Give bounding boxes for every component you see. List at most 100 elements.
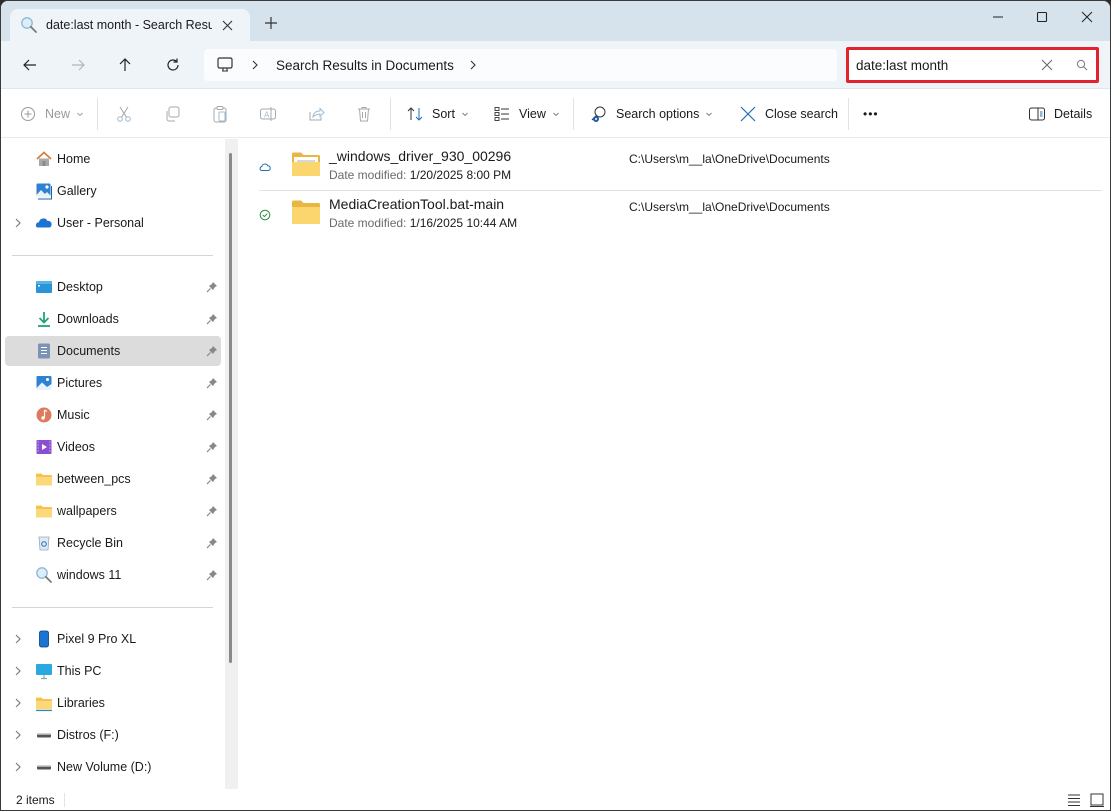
chevron-right-icon[interactable] bbox=[13, 730, 23, 740]
paste-icon bbox=[213, 106, 227, 123]
close-search-button[interactable]: Close search bbox=[739, 102, 838, 126]
sidebar-item-downloads[interactable]: Downloads bbox=[5, 304, 221, 334]
sidebar-item-onedrive[interactable]: User - Personal bbox=[5, 208, 221, 238]
chevron-right-icon[interactable] bbox=[13, 698, 23, 708]
pin-icon[interactable] bbox=[206, 313, 218, 325]
sidebar-item-desktop[interactable]: Desktop bbox=[5, 272, 221, 302]
sidebar-item-pixel-9-pro-xl[interactable]: Pixel 9 Pro XL bbox=[5, 624, 221, 654]
details-view-icon[interactable] bbox=[1066, 792, 1082, 808]
rename-button[interactable]: A bbox=[259, 102, 277, 126]
sidebar-item-label: New Volume (D:) bbox=[57, 760, 152, 774]
close-tab-button[interactable] bbox=[220, 18, 234, 32]
sidebar-item-wallpapers[interactable]: wallpapers bbox=[5, 496, 221, 526]
chevron-right-icon[interactable] bbox=[13, 762, 23, 772]
tab-title: date:last month - Search Resul bbox=[46, 18, 212, 32]
chevron-right-icon[interactable] bbox=[13, 218, 23, 228]
chevron-right-icon[interactable] bbox=[13, 634, 23, 644]
view-button[interactable]: View bbox=[493, 102, 560, 126]
new-button[interactable]: New bbox=[19, 102, 84, 126]
new-tab-button[interactable] bbox=[263, 15, 279, 31]
date-modified-value: 1/16/2025 10:44 AM bbox=[409, 216, 518, 230]
sidebar-item-label: This PC bbox=[57, 664, 102, 678]
pin-icon[interactable] bbox=[206, 409, 218, 421]
folder-icon bbox=[292, 152, 320, 176]
sidebar-item-pictures[interactable]: Pictures bbox=[5, 368, 221, 398]
trash-icon bbox=[358, 107, 370, 122]
search-icon[interactable] bbox=[1076, 59, 1088, 71]
chevron-right-icon[interactable] bbox=[13, 666, 23, 676]
up-button[interactable] bbox=[113, 53, 137, 77]
sidebar-item-distros-drive[interactable]: Distros (F:) bbox=[5, 720, 221, 750]
desktop-icon bbox=[36, 281, 52, 293]
pin-icon[interactable] bbox=[206, 569, 218, 581]
navigation-bar: Search Results in Documents bbox=[1, 41, 1110, 89]
result-path: C:\Users\m__la\OneDrive\Documents bbox=[629, 152, 830, 166]
large-icons-view-icon[interactable] bbox=[1089, 792, 1105, 808]
row-divider bbox=[259, 190, 1102, 191]
sidebar-item-label: wallpapers bbox=[57, 504, 117, 518]
home-icon bbox=[36, 151, 52, 166]
pin-icon[interactable] bbox=[206, 377, 218, 389]
more-icon: ••• bbox=[863, 107, 879, 121]
sidebar-item-libraries[interactable]: Libraries bbox=[5, 688, 221, 718]
sidebar-item-music[interactable]: Music bbox=[5, 400, 221, 430]
chevron-right-icon[interactable] bbox=[250, 60, 260, 70]
result-name: MediaCreationTool.bat-main bbox=[329, 196, 505, 212]
result-row[interactable]: _windows_driver_930_00296 Date modified:… bbox=[259, 145, 1102, 193]
breadcrumb-search-results[interactable]: Search Results in Documents bbox=[276, 58, 454, 73]
delete-button[interactable] bbox=[355, 102, 373, 126]
sidebar-item-gallery[interactable]: Gallery bbox=[5, 176, 221, 206]
maximize-button[interactable] bbox=[1019, 1, 1065, 33]
sidebar-item-label: Downloads bbox=[57, 312, 119, 326]
pin-icon[interactable] bbox=[206, 441, 218, 453]
minimize-button[interactable] bbox=[975, 1, 1021, 33]
sidebar-item-videos[interactable]: Videos bbox=[5, 432, 221, 462]
sidebar-item-label: Distros (F:) bbox=[57, 728, 119, 742]
result-row[interactable]: MediaCreationTool.bat-main Date modified… bbox=[259, 193, 1102, 241]
forward-button[interactable] bbox=[66, 53, 90, 77]
sidebar-item-home[interactable]: Home bbox=[5, 144, 221, 174]
new-label: New bbox=[45, 107, 71, 121]
view-icon bbox=[494, 107, 509, 121]
sort-button[interactable]: Sort bbox=[406, 102, 469, 126]
sidebar-item-label: User - Personal bbox=[57, 216, 144, 230]
search-box[interactable] bbox=[846, 47, 1099, 83]
pin-icon[interactable] bbox=[206, 473, 218, 485]
sidebar-item-new-volume-drive[interactable]: New Volume (D:) bbox=[5, 752, 221, 782]
sidebar-item-windows-11-search[interactable]: windows 11 bbox=[5, 560, 221, 590]
sidebar-item-label: between_pcs bbox=[57, 472, 131, 486]
back-button[interactable] bbox=[18, 53, 42, 77]
toolbar-divider bbox=[97, 98, 98, 130]
sidebar-item-this-pc[interactable]: This PC bbox=[5, 656, 221, 686]
search-icon bbox=[21, 17, 37, 33]
pin-icon[interactable] bbox=[206, 345, 218, 357]
search-input[interactable] bbox=[856, 57, 1031, 73]
chevron-down-icon bbox=[553, 112, 559, 117]
pin-icon[interactable] bbox=[206, 505, 218, 517]
more-options-button[interactable]: ••• bbox=[863, 102, 879, 126]
details-button[interactable]: Details bbox=[1028, 102, 1092, 126]
sidebar-scrollbar-thumb[interactable] bbox=[229, 153, 232, 663]
documents-icon bbox=[38, 343, 50, 359]
minimize-icon bbox=[993, 16, 1003, 18]
pin-icon[interactable] bbox=[206, 281, 218, 293]
cut-button[interactable] bbox=[115, 102, 133, 126]
tab-search-results[interactable]: date:last month - Search Resul bbox=[10, 9, 250, 41]
search-options-button[interactable]: Search options bbox=[590, 102, 713, 126]
share-button[interactable] bbox=[307, 102, 325, 126]
close-window-button[interactable] bbox=[1064, 1, 1110, 33]
folder-icon bbox=[292, 200, 320, 224]
sort-label: Sort bbox=[432, 107, 455, 121]
refresh-button[interactable] bbox=[161, 53, 185, 77]
sidebar-item-recycle-bin[interactable]: Recycle Bin bbox=[5, 528, 221, 558]
paste-button[interactable] bbox=[211, 102, 229, 126]
clear-search-icon[interactable] bbox=[1041, 59, 1053, 71]
sidebar-item-documents[interactable]: Documents bbox=[5, 336, 221, 366]
address-bar[interactable]: Search Results in Documents bbox=[204, 49, 837, 81]
arrow-up-icon bbox=[119, 58, 131, 71]
chevron-right-icon[interactable] bbox=[468, 60, 478, 70]
sidebar-item-between-pcs[interactable]: between_pcs bbox=[5, 464, 221, 494]
copy-button[interactable] bbox=[163, 102, 181, 126]
pin-icon[interactable] bbox=[206, 537, 218, 549]
phone-icon bbox=[39, 630, 49, 648]
